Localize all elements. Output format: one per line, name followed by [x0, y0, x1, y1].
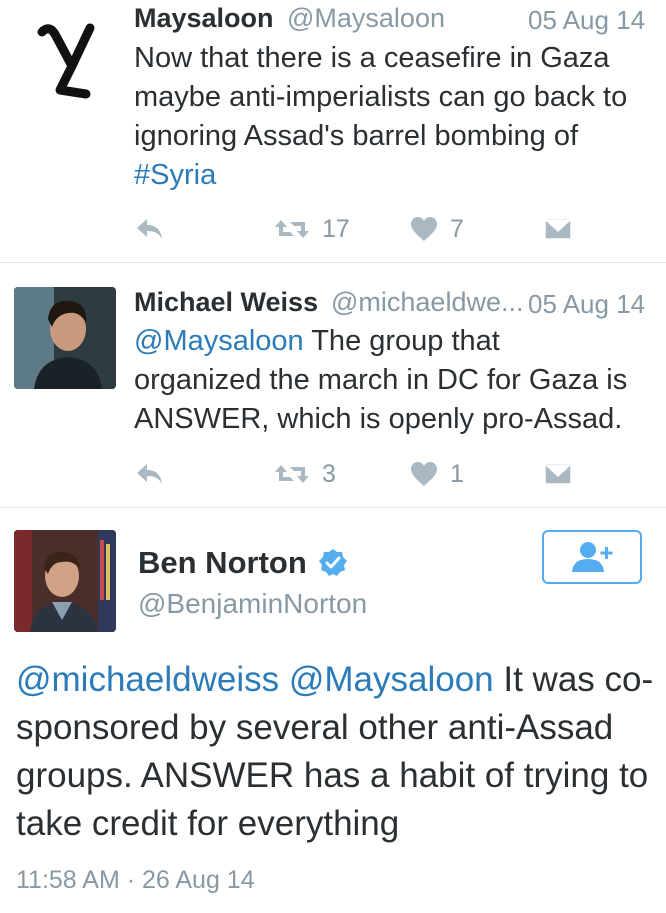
retweet-icon: [275, 220, 309, 238]
tifinagh-logo-icon: [37, 23, 95, 99]
author-handle[interactable]: @Maysaloon: [287, 3, 445, 34]
tweet-text: Now that there is a ceasefire in Gaza ma…: [134, 39, 634, 195]
direct-message-button[interactable]: [544, 211, 572, 247]
tweet-actions: 17 7: [0, 211, 666, 247]
author-name[interactable]: Ben Norton: [138, 545, 307, 581]
avatar[interactable]: [14, 530, 116, 632]
tweet-maysaloon[interactable]: Maysaloon @Maysaloon 05 Aug 14 Now that …: [0, 0, 666, 262]
follow-button[interactable]: [542, 530, 642, 584]
heart-icon: [411, 217, 437, 241]
envelope-icon: [544, 463, 572, 485]
retweet-icon: [275, 465, 309, 483]
direct-message-button[interactable]: [544, 456, 572, 492]
author-name[interactable]: Maysaloon: [134, 3, 274, 34]
reply-icon: [137, 464, 162, 484]
avatar[interactable]: [20, 14, 120, 104]
tweet-text: @Maysaloon The group that organized the …: [134, 322, 634, 439]
like-button[interactable]: 7: [410, 211, 464, 247]
person-photo-icon: [14, 530, 116, 632]
retweet-count: 3: [322, 459, 336, 488]
avatar[interactable]: [14, 287, 116, 389]
follow-user-icon: [572, 542, 613, 572]
retweet-button[interactable]: 3: [274, 456, 336, 492]
person-photo-icon: [14, 287, 116, 389]
tweet-actions: 3 1: [0, 456, 666, 492]
reply-button[interactable]: [134, 211, 164, 247]
main-tweet-text: @michaeldweiss @Maysaloon It was co-spon…: [16, 656, 656, 848]
tweet-michael-weiss[interactable]: Michael Weiss @michaeldwe... 05 Aug 14 @…: [0, 263, 666, 507]
retweet-button[interactable]: 17: [274, 211, 350, 247]
mention-link[interactable]: @Maysaloon: [289, 660, 494, 699]
tweet-date: 05 Aug 14: [528, 5, 646, 35]
like-count: 1: [450, 459, 464, 488]
tweet-date: 05 Aug 14: [528, 289, 646, 319]
tweet-text-body: Now that there is a ceasefire in Gaza ma…: [134, 42, 628, 152]
tweet-timestamp: 11:58 AM · 26 Aug 14: [16, 866, 255, 894]
like-button[interactable]: 1: [410, 456, 464, 492]
reply-icon: [137, 219, 162, 239]
heart-icon: [411, 462, 437, 486]
retweet-count: 17: [322, 214, 350, 243]
author-handle[interactable]: @BenjaminNorton: [138, 588, 367, 620]
mention-link[interactable]: @Maysaloon: [134, 325, 304, 357]
verified-badge-icon: [319, 549, 347, 576]
author-name[interactable]: Michael Weiss: [134, 287, 318, 318]
reply-button[interactable]: [134, 456, 164, 492]
like-count: 7: [450, 214, 464, 243]
hashtag-link[interactable]: #Syria: [134, 159, 216, 191]
author-handle[interactable]: @michaeldwe...: [331, 287, 523, 318]
mention-link[interactable]: @michaeldweiss: [16, 660, 279, 699]
envelope-icon: [544, 218, 572, 240]
